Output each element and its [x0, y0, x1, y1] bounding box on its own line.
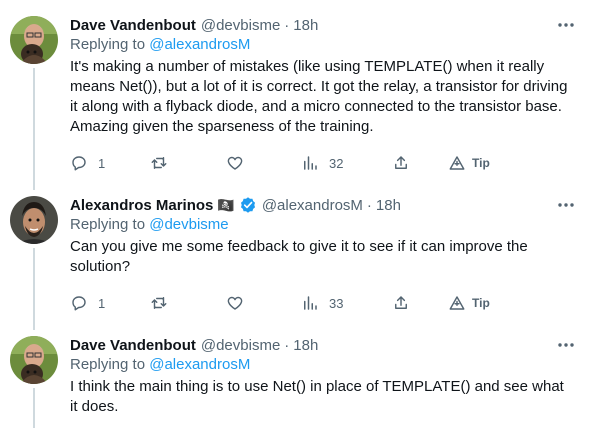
- author-name[interactable]: Alexandros Marinos: [70, 197, 213, 214]
- separator: ·: [284, 16, 290, 34]
- replying-to: Replying to @alexandrosM: [70, 36, 250, 53]
- replying-to: Replying to @devbisme: [70, 216, 229, 233]
- separator: ·: [284, 336, 290, 354]
- view-count: 33: [329, 295, 344, 311]
- views-icon: [304, 156, 317, 170]
- share-button[interactable]: [392, 153, 410, 173]
- views-icon: [304, 296, 317, 310]
- author-name[interactable]: Dave Vandenbout: [70, 17, 196, 34]
- tip-icon: [449, 156, 465, 170]
- verified-badge-icon[interactable]: [239, 196, 257, 214]
- avatar[interactable]: [10, 16, 58, 64]
- retweet-icon: [151, 157, 167, 169]
- view-count: 32: [329, 155, 344, 171]
- tweet-3[interactable]: Dave Vandenbout @devbisme · 18h Replying…: [0, 334, 595, 428]
- thread-line: [33, 248, 35, 330]
- heart-icon: [227, 156, 243, 170]
- more-options-icon[interactable]: [557, 336, 575, 354]
- pirate-flag-icon: 🏴‍☠️: [217, 196, 235, 213]
- retweet-icon: [151, 297, 167, 309]
- tweet-header: Dave Vandenbout @devbisme · 18h: [70, 334, 318, 356]
- tweet-header: Alexandros Marinos 🏴‍☠️ @alexandrosM · 1…: [70, 194, 401, 216]
- reply-icon: [72, 296, 86, 311]
- replying-to-link[interactable]: @alexandrosM: [149, 356, 250, 373]
- replying-prefix: Replying to: [70, 356, 146, 373]
- timestamp[interactable]: 18h: [293, 17, 318, 34]
- separator: ·: [366, 196, 372, 214]
- tip-label: Tip: [472, 296, 490, 310]
- tweet-actions: 1 33 Tip: [70, 293, 510, 313]
- tip-button[interactable]: Tip: [448, 293, 490, 313]
- reply-count: 1: [98, 155, 106, 171]
- tweet-header: Dave Vandenbout @devbisme · 18h: [70, 14, 318, 36]
- tweet-1[interactable]: Dave Vandenbout @devbisme · 18h Replying…: [0, 14, 595, 190]
- tip-button[interactable]: Tip: [448, 153, 490, 173]
- views-button[interactable]: 32: [301, 153, 343, 173]
- heart-icon: [227, 296, 243, 310]
- share-icon: [395, 296, 407, 309]
- tip-icon: [449, 296, 465, 310]
- tweet-actions: 1 32 Tip: [70, 153, 510, 173]
- replying-prefix: Replying to: [70, 216, 146, 233]
- reply-count: 1: [98, 295, 106, 311]
- reply-button[interactable]: 1: [70, 293, 105, 313]
- tweet-text: I think the main thing is to use Net() i…: [70, 378, 564, 415]
- replying-to-link[interactable]: @devbisme: [149, 216, 228, 233]
- replying-prefix: Replying to: [70, 36, 146, 53]
- retweet-button[interactable]: [150, 153, 168, 173]
- like-button[interactable]: [226, 293, 244, 313]
- tweet-text: Can you give me some feedback to give it…: [70, 238, 528, 275]
- reply-icon: [72, 156, 86, 171]
- like-button[interactable]: [226, 153, 244, 173]
- avatar[interactable]: [10, 336, 58, 384]
- replying-to-link[interactable]: @alexandrosM: [149, 36, 250, 53]
- retweet-button[interactable]: [150, 293, 168, 313]
- avatar[interactable]: [10, 196, 58, 244]
- more-options-icon[interactable]: [557, 196, 575, 214]
- author-name[interactable]: Dave Vandenbout: [70, 337, 196, 354]
- reply-button[interactable]: 1: [70, 153, 105, 173]
- share-button[interactable]: [392, 293, 410, 313]
- more-options-icon[interactable]: [557, 16, 575, 34]
- timestamp[interactable]: 18h: [293, 337, 318, 354]
- timestamp[interactable]: 18h: [376, 197, 401, 214]
- replying-to: Replying to @alexandrosM: [70, 356, 250, 373]
- thread-line: [33, 388, 35, 428]
- tweet-2[interactable]: Alexandros Marinos 🏴‍☠️ @alexandrosM · 1…: [0, 194, 595, 330]
- thread-line: [33, 68, 35, 190]
- author-handle[interactable]: @devbisme: [201, 17, 280, 34]
- tweet-text: It's making a number of mistakes (like u…: [70, 58, 568, 135]
- share-icon: [395, 156, 407, 169]
- views-button[interactable]: 33: [301, 293, 343, 313]
- tip-label: Tip: [472, 156, 490, 170]
- author-handle[interactable]: @devbisme: [201, 337, 280, 354]
- author-handle[interactable]: @alexandrosM: [262, 197, 363, 214]
